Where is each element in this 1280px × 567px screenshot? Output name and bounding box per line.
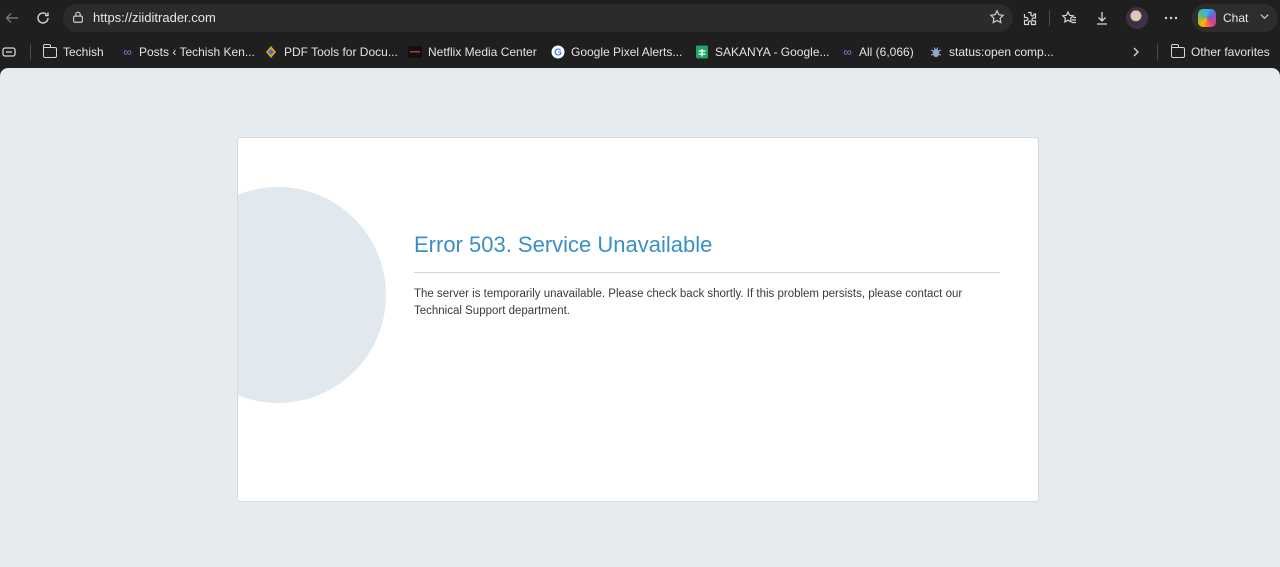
bookmark-posts[interactable]: ∞ Posts ‹ Techish Ken... xyxy=(119,43,255,61)
bookmark-other-favorites[interactable]: Other favorites xyxy=(1170,43,1270,61)
error-title: Error 503. Service Unavailable xyxy=(414,232,713,257)
bookmark-status-open[interactable]: status:open comp... xyxy=(929,43,1054,61)
error-card: Error 503. Service Unavailable The serve… xyxy=(237,137,1039,502)
bookmark-label: Netflix Media Center xyxy=(428,45,537,59)
netflix-icon xyxy=(408,45,422,59)
app-window-icon xyxy=(2,45,16,59)
bookmarks-overflow-chevron-icon[interactable] xyxy=(1130,43,1142,61)
chain-icon: ∞ xyxy=(843,45,852,59)
favorites-icon[interactable] xyxy=(1057,6,1081,30)
star-icon[interactable] xyxy=(989,9,1005,30)
toolbar-divider xyxy=(1049,10,1050,26)
url-text[interactable]: https://ziiditrader.com xyxy=(93,10,216,25)
svg-text:G: G xyxy=(554,48,562,59)
bookmark-pdf-tools[interactable]: PDF Tools for Docu... xyxy=(264,43,398,61)
bookmark-label: Techish xyxy=(63,45,104,59)
bookmark-google-pixel[interactable]: G Google Pixel Alerts... xyxy=(551,43,682,61)
browser-toolbar: https://ziiditrader.com Chat xyxy=(0,0,1280,36)
bookmark-label: Google Pixel Alerts... xyxy=(571,45,683,59)
bookmark-sidebar-toggle[interactable] xyxy=(2,43,16,61)
chevron-down-icon[interactable] xyxy=(1259,11,1270,25)
bookmark-label: Posts ‹ Techish Ken... xyxy=(139,45,255,59)
pdf-tool-icon xyxy=(264,45,278,59)
bookmark-sakanya[interactable]: SAKANYA - Google... xyxy=(695,43,830,61)
bookmark-label: All (6,066) xyxy=(859,45,914,59)
address-bar[interactable]: https://ziiditrader.com xyxy=(63,4,1013,32)
warning-circle-icon xyxy=(238,187,386,403)
google-icon: G xyxy=(551,45,565,59)
bookmark-all[interactable]: ∞ All (6,066) xyxy=(839,43,914,61)
divider xyxy=(414,272,1000,273)
error-message: The server is temporarily unavailable. P… xyxy=(414,288,963,317)
bookmark-techish[interactable]: Techish xyxy=(42,43,104,61)
bookmarks-divider xyxy=(30,44,31,60)
bookmark-label: PDF Tools for Docu... xyxy=(284,45,398,59)
download-icon[interactable] xyxy=(1090,6,1114,30)
sheets-icon xyxy=(695,45,709,59)
more-icon[interactable] xyxy=(1159,6,1183,30)
bookmarks-bar: Techish ∞ Posts ‹ Techish Ken... PDF Too… xyxy=(0,36,1280,68)
folder-icon xyxy=(42,43,57,59)
bug-icon xyxy=(929,45,943,59)
chat-label: Chat xyxy=(1223,11,1249,25)
extensions-icon[interactable] xyxy=(1018,6,1042,30)
lock-icon[interactable] xyxy=(71,10,85,29)
chain-icon: ∞ xyxy=(123,45,132,59)
chat-button[interactable]: Chat xyxy=(1192,4,1278,32)
reload-icon[interactable] xyxy=(31,6,55,30)
bookmarks-divider xyxy=(1157,44,1158,60)
page-content: Error 503. Service Unavailable The serve… xyxy=(0,68,1280,567)
folder-icon xyxy=(1170,43,1185,59)
bookmark-label: status:open comp... xyxy=(949,45,1054,59)
back-icon[interactable] xyxy=(0,6,24,30)
other-favorites-label: Other favorites xyxy=(1191,45,1270,59)
bookmark-label: SAKANYA - Google... xyxy=(715,45,830,59)
copilot-icon xyxy=(1198,9,1216,27)
bookmark-netflix[interactable]: Netflix Media Center xyxy=(408,43,537,61)
profile-avatar[interactable] xyxy=(1126,7,1148,29)
